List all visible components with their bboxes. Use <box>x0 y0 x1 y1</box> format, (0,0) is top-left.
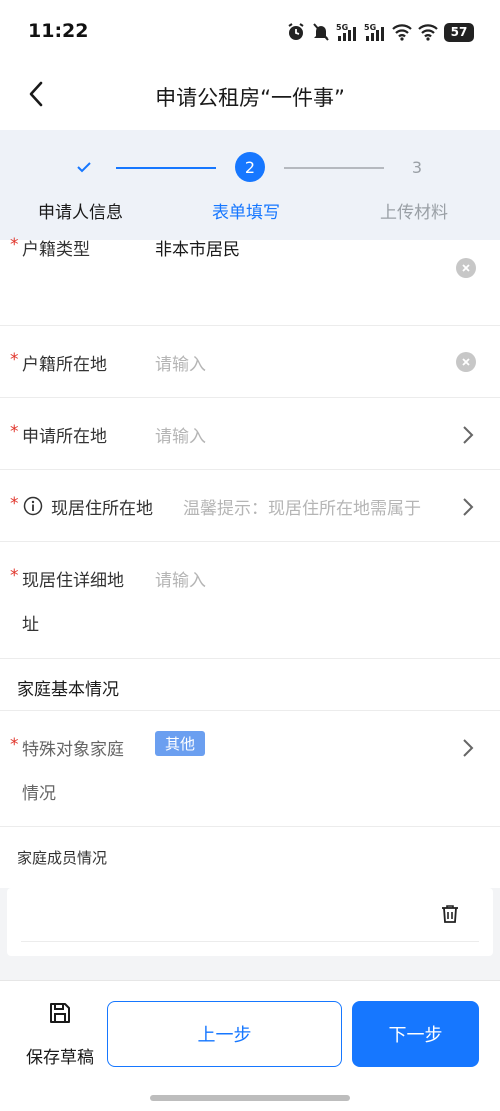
form-row-household-type[interactable]: * 户籍类型 非本市居民 <box>0 235 500 326</box>
card-divider <box>21 941 479 942</box>
alarm-icon <box>288 23 304 40</box>
svg-text:5G: 5G <box>336 23 348 32</box>
chevron-right-icon[interactable] <box>462 497 474 517</box>
step-3-pending: 3 <box>411 157 423 177</box>
form: * 户籍类型 非本市居民 * 户籍所在地 请输入 * 申请所在地 请输入 * 现… <box>0 235 500 887</box>
home-indicator[interactable] <box>150 1095 350 1101</box>
previous-step-button[interactable]: 上一步 <box>107 1001 342 1067</box>
field-label-line1: 特殊对象家庭 <box>22 740 124 760</box>
wifi-icon <box>392 24 412 41</box>
field-label: 申请所在地 <box>22 427 107 447</box>
family-members-list <box>0 888 500 980</box>
bottom-action-bar: 保存草稿 上一步 下一步 <box>0 980 500 1111</box>
svg-text:5G: 5G <box>364 23 376 32</box>
form-row-detailed-address[interactable]: * 现居住详细地 址 请输入 <box>0 542 500 659</box>
step-label-2: 表单填写 <box>212 203 280 223</box>
field-label-line2: 址 <box>22 615 39 635</box>
clear-icon[interactable] <box>456 258 476 278</box>
members-title: 家庭成员情况 <box>0 827 500 887</box>
required-mark: * <box>10 350 19 370</box>
chevron-right-icon[interactable] <box>462 425 474 445</box>
trash-icon[interactable] <box>441 904 459 924</box>
form-row-household-location[interactable]: * 户籍所在地 请输入 <box>0 326 500 398</box>
clear-icon[interactable] <box>456 352 476 372</box>
chevron-right-icon[interactable] <box>462 738 474 758</box>
step-1-done <box>69 152 99 182</box>
required-mark: * <box>10 235 19 255</box>
field-label-line2: 情况 <box>22 784 56 804</box>
check-icon <box>77 162 91 173</box>
stepper: 2 3 申请人信息 表单填写 上传材料 <box>0 130 500 240</box>
members-title-text: 家庭成员情况 <box>17 849 108 867</box>
signal-5g-icon: 5G <box>336 23 356 41</box>
form-row-current-residence[interactable]: * 现居住所在地 温馨提示：现居住所在地需属于 <box>0 470 500 542</box>
status-bar: 11:22 5G 5G 57 <box>0 0 500 62</box>
step-label-1: 申请人信息 <box>38 203 123 223</box>
field-label: 户籍所在地 <box>22 355 107 375</box>
field-label: 户籍类型 <box>22 240 90 260</box>
mute-bell-icon <box>313 23 329 41</box>
required-mark: * <box>10 566 19 586</box>
next-step-button[interactable]: 下一步 <box>352 1001 479 1067</box>
save-draft-button[interactable]: 保存草稿 <box>18 1001 102 1068</box>
field-label-line1: 现居住详细地 <box>22 571 124 591</box>
signal-5g-icon: 5G <box>364 23 384 41</box>
wifi-icon <box>418 24 438 41</box>
field-placeholder[interactable]: 请输入 <box>155 350 206 375</box>
status-icons: 5G 5G 57 <box>286 22 474 42</box>
save-icon <box>50 1003 70 1023</box>
save-draft-label: 保存草稿 <box>26 1048 94 1068</box>
field-value: 非本市居民 <box>155 240 240 260</box>
family-member-card <box>7 888 493 956</box>
battery-icon: 57 <box>444 22 474 42</box>
field-placeholder[interactable]: 请输入 <box>155 422 206 447</box>
field-placeholder[interactable]: 请输入 <box>155 566 206 591</box>
step-connector <box>284 167 384 169</box>
info-icon[interactable] <box>23 496 43 516</box>
field-label: 现居住所在地 <box>51 499 153 519</box>
required-mark: * <box>10 735 19 755</box>
step-2-active: 2 <box>235 152 265 182</box>
selected-tag[interactable]: 其他 <box>155 731 206 756</box>
section-title-family: 家庭基本情况 <box>0 659 500 711</box>
section-title-text: 家庭基本情况 <box>17 680 119 700</box>
step-label-3: 上传材料 <box>380 203 448 223</box>
required-mark: * <box>10 494 19 514</box>
form-row-special-family[interactable]: * 特殊对象家庭 情况 其他 <box>0 711 500 827</box>
page-title: 申请公租房“一件事” <box>155 86 345 110</box>
required-mark: * <box>10 422 19 442</box>
status-time: 11:22 <box>28 20 89 42</box>
header: 申请公租房“一件事” <box>0 62 500 130</box>
form-row-application-location[interactable]: * 申请所在地 请输入 <box>0 398 500 470</box>
field-placeholder[interactable]: 温馨提示：现居住所在地需属于 <box>183 494 445 519</box>
step-connector <box>116 167 216 169</box>
